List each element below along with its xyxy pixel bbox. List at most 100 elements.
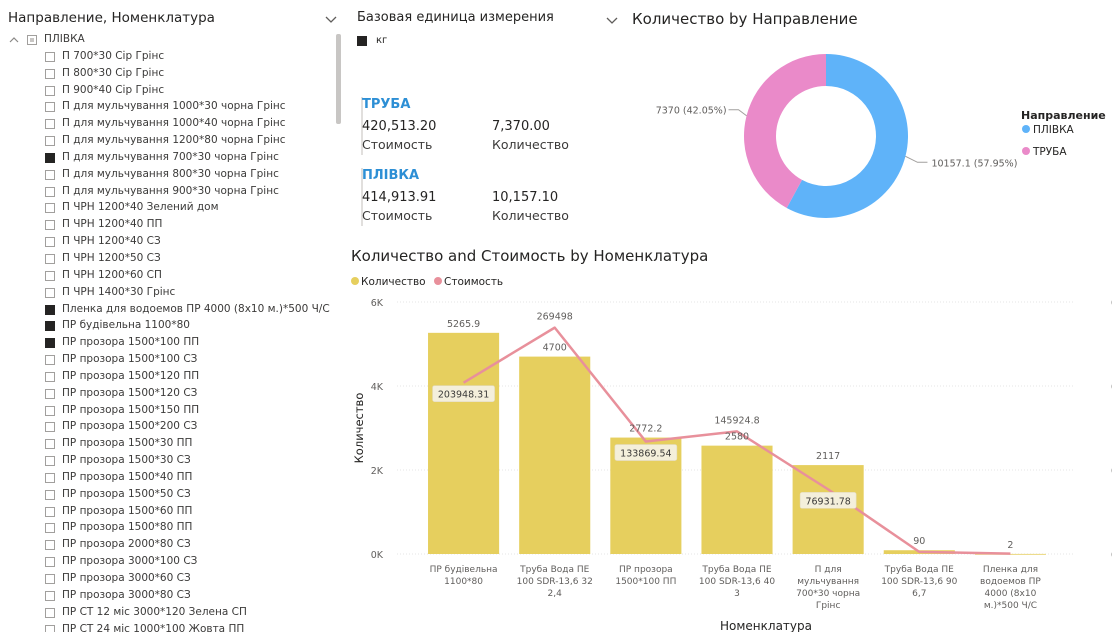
donut-chart[interactable]: 10157.1 (57.95%) 7370 (42.05%) Направление… — [620, 30, 1112, 240]
checkbox[interactable] — [45, 287, 55, 298]
slicer-item[interactable]: ПР прозора 1500*100 ПП — [0, 335, 335, 352]
combo-legend-item[interactable]: Количество — [361, 276, 426, 288]
checkbox[interactable] — [45, 557, 55, 568]
slicer-item[interactable]: П ЧРН 1200*40 ПП — [0, 217, 335, 234]
x-tick-label: 1500*100 ПП — [615, 577, 676, 587]
slicer-item[interactable]: ПР СТ 12 міс 3000*120 Зелена СП — [0, 605, 335, 622]
slicer-item[interactable]: П для мульчування 700*30 чорна Грінс — [0, 150, 335, 167]
donut-legend-item[interactable]: ПЛІВКА — [1033, 124, 1075, 136]
checkbox[interactable] — [45, 422, 55, 433]
checkbox[interactable] — [45, 405, 55, 416]
slicer-item[interactable]: П для мульчування 900*30 чорна Грінс — [0, 184, 335, 201]
slicer-item[interactable]: П для мульчування 1000*30 чорна Грінс — [0, 99, 335, 116]
checkbox[interactable] — [45, 523, 55, 534]
checkbox[interactable] — [45, 472, 55, 483]
bar-5[interactable] — [792, 465, 864, 554]
checkbox[interactable] — [45, 85, 55, 96]
checked-checkbox[interactable] — [45, 304, 55, 315]
slicer-item[interactable]: ПР прозора 1500*60 ПП — [0, 504, 335, 521]
checkbox[interactable] — [45, 439, 55, 450]
checkbox[interactable] — [45, 136, 55, 147]
chevron-down-icon[interactable] — [605, 13, 619, 27]
checkbox[interactable] — [45, 68, 55, 79]
slicer-item[interactable]: П ЧРН 1200*40 СЗ — [0, 234, 335, 251]
donut-label-plivka: 10157.1 (57.95%) — [931, 158, 1017, 169]
checked-checkbox[interactable] — [45, 321, 55, 332]
card-qty-label: Количество — [492, 208, 569, 223]
slicer-item[interactable]: ПР прозора 1500*40 ПП — [0, 470, 335, 487]
slicer-item[interactable]: П для мульчування 1000*40 чорна Грінс — [0, 116, 335, 133]
bar-data-label: 90 — [913, 536, 925, 547]
checkbox[interactable] — [45, 220, 55, 231]
x-tick-label: 100 SDR-13,6 40 — [699, 577, 775, 587]
slicer-item[interactable]: ПР прозора 1500*30 ПП — [0, 436, 335, 453]
checkbox[interactable] — [45, 388, 55, 399]
checkbox[interactable] — [45, 540, 55, 551]
chevron-down-icon[interactable] — [324, 12, 338, 26]
bar-4[interactable] — [701, 445, 773, 554]
checkbox[interactable] — [45, 506, 55, 517]
slicer-item-label: ПР прозора 1500*120 СЗ — [62, 386, 198, 399]
slicer-item[interactable]: П ЧРН 1200*60 СП — [0, 268, 335, 285]
slicer-item[interactable]: ПР прозора 3000*100 СЗ — [0, 554, 335, 571]
slicer-parent-item[interactable]: ПЛІВКА — [0, 32, 335, 49]
slicer-item[interactable]: П 800*30 Сір Грінс — [0, 66, 335, 83]
slicer-list: ПЛІВКА П 700*30 Сір Грінс П 800*30 Сір Гр… — [0, 32, 335, 632]
slicer-item[interactable]: П для мульчування 800*30 чорна Грінс — [0, 167, 335, 184]
bar-2[interactable] — [519, 356, 591, 554]
slicer-item[interactable]: ПР прозора 1500*50 СЗ — [0, 487, 335, 504]
slicer-item[interactable]: П ЧРН 1200*40 Зелений дом — [0, 200, 335, 217]
checkbox[interactable] — [45, 590, 55, 601]
checkbox[interactable] — [45, 253, 55, 264]
slicer-item[interactable]: ПР СТ 24 міс 1000*100 Жовта ПП — [0, 622, 335, 632]
checkbox[interactable] — [45, 51, 55, 62]
y-axis-title: Количество — [352, 393, 366, 464]
slicer-item[interactable]: ПР прозора 2000*80 СЗ — [0, 537, 335, 554]
checked-checkbox[interactable] — [357, 36, 367, 46]
checkbox[interactable] — [45, 371, 55, 382]
checkbox[interactable] — [45, 203, 55, 214]
slicer-item[interactable]: ПР прозора 1500*150 ПП — [0, 403, 335, 420]
slicer-item[interactable]: П ЧРН 1400*30 Грінс — [0, 285, 335, 302]
slicer-item[interactable]: ПР прозора 3000*60 СЗ — [0, 571, 335, 588]
checkbox[interactable] — [45, 456, 55, 467]
slicer-item[interactable]: ПР прозора 1500*200 СЗ — [0, 419, 335, 436]
x-tick-label: 2,4 — [548, 589, 563, 599]
chevron-up-icon[interactable] — [8, 34, 20, 46]
slicer-item[interactable]: ПР прозора 1500*80 ПП — [0, 520, 335, 537]
slicer-item[interactable]: П ЧРН 1200*50 СЗ — [0, 251, 335, 268]
checkbox[interactable] — [45, 119, 55, 130]
x-axis-title: Номенклатура — [720, 619, 812, 632]
slicer-item[interactable]: ПР прозора 1500*30 СЗ — [0, 453, 335, 470]
slicer-item[interactable]: П 700*30 Сір Грінс — [0, 49, 335, 66]
slicer-item-label: П ЧРН 1200*40 Зелений дом — [62, 201, 219, 214]
combo-legend-item[interactable]: Стоимость — [444, 276, 503, 288]
checkbox[interactable] — [45, 355, 55, 366]
checkbox[interactable] — [45, 574, 55, 584]
slicer-item[interactable]: П для мульчування 1200*80 чорна Грінс — [0, 133, 335, 150]
bar-1[interactable] — [428, 332, 500, 554]
slicer-item[interactable]: ПР прозора 1500*120 СЗ — [0, 386, 335, 403]
combo-chart[interactable]: КоличествоСтоимость0K2K4K6K0.0M0.1M0.2M0… — [345, 268, 1112, 632]
slicer-item[interactable]: ПР прозора 3000*80 СЗ — [0, 588, 335, 605]
scrollbar[interactable] — [336, 34, 341, 124]
partial-checkbox[interactable] — [27, 35, 37, 45]
checkbox[interactable] — [45, 607, 55, 618]
donut-legend-item[interactable]: ТРУБА — [1032, 146, 1067, 158]
checked-checkbox[interactable] — [45, 152, 55, 163]
slicer-item[interactable]: ПР прозора 1500*100 СЗ — [0, 352, 335, 369]
card-qty-value: 7,370.00 — [492, 119, 550, 134]
checkbox[interactable] — [45, 270, 55, 281]
slicer-item[interactable]: ПР будівельна 1100*80 — [0, 318, 335, 335]
combo-chart-title: Количество and Стоимость by Номенклатура — [351, 247, 709, 265]
checkbox[interactable] — [45, 102, 55, 113]
slicer-item[interactable]: Пленка для водоемов ПР 4000 (8х10 м.)*50… — [0, 302, 335, 319]
checkbox[interactable] — [45, 624, 55, 632]
checkbox[interactable] — [45, 186, 55, 197]
checkbox[interactable] — [45, 169, 55, 180]
checkbox[interactable] — [45, 237, 55, 248]
slicer-item[interactable]: ПР прозора 1500*120 ПП — [0, 369, 335, 386]
checkbox[interactable] — [45, 489, 55, 500]
checked-checkbox[interactable] — [45, 338, 55, 349]
slicer-item[interactable]: П 900*40 Сір Грінс — [0, 83, 335, 100]
